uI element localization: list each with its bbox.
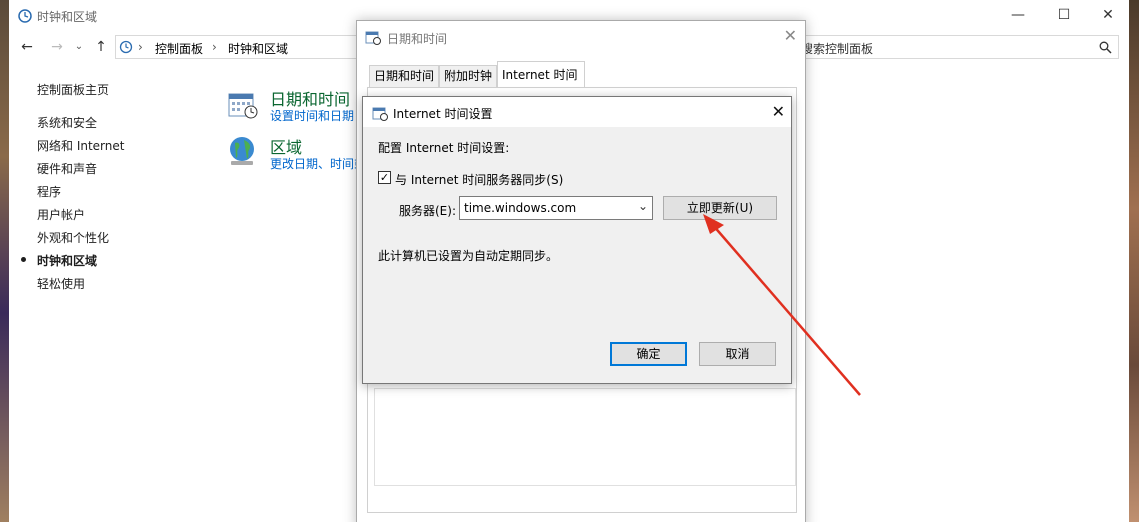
annotation-arrow-icon <box>703 214 861 396</box>
